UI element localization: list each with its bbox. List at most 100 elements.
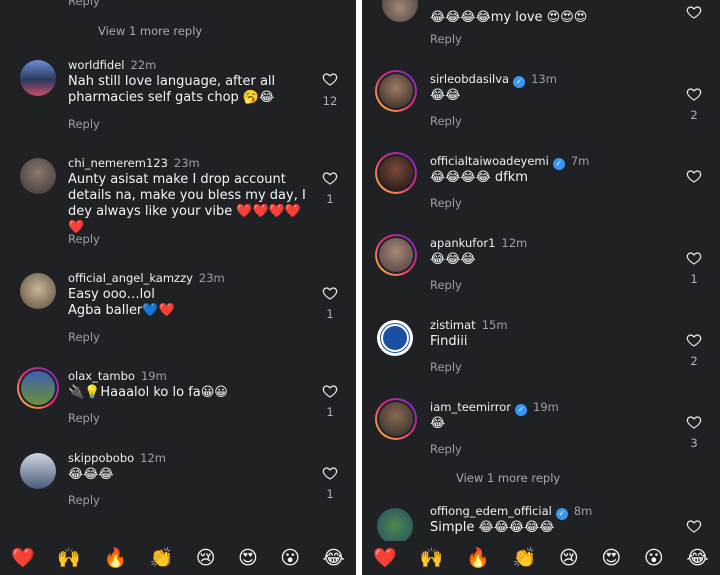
like-heart-icon[interactable] [322,285,338,301]
reply-button[interactable]: Reply [430,360,462,374]
reply-button[interactable]: Reply [68,330,100,344]
username[interactable]: chi_nemerem123 [68,156,168,170]
avatar[interactable] [20,453,56,489]
reply-button[interactable]: Reply [68,232,100,246]
like-heart-icon[interactable] [686,332,702,348]
timestamp: 19m [533,400,559,414]
reply-button[interactable]: Reply [430,442,462,456]
emoji-heart-eyes[interactable]: 😍 [601,547,621,569]
like-heart-icon[interactable] [322,465,338,481]
view-more-replies-link[interactable]: View 1 more reply [98,24,202,38]
emoji-raising-hands[interactable]: 🙌 [57,547,81,569]
like-heart-icon[interactable] [322,71,338,87]
reply-button[interactable]: Reply [430,114,462,128]
left-comments-panel: Reply View 1 more reply worldfidel 22m Na… [0,0,356,575]
emoji-surprised[interactable]: 😮 [644,547,664,569]
like-heart-icon[interactable] [686,250,702,266]
username[interactable]: officialtaiwoadeyemi [430,154,549,168]
reply-button[interactable]: Reply [430,32,462,46]
reply-button[interactable]: Reply [68,493,100,507]
comment-meta: offiong_edem_official ✓ 8m [430,504,592,520]
avatar[interactable] [377,320,413,356]
comment-text: 🔌💡Haaalol ko lo fa😀😀 [68,385,228,400]
username[interactable]: skippobobo [68,451,134,465]
reply-button[interactable]: Reply [430,196,462,210]
like-count: 2 [690,108,698,122]
verified-badge-icon: ✓ [515,404,528,416]
avatar[interactable] [382,0,418,22]
like-heart-icon[interactable] [686,4,702,20]
avatar[interactable] [20,158,56,194]
username[interactable]: offiong_edem_official [430,504,552,518]
emoji-heart-eyes[interactable]: 😍 [238,547,258,569]
comment-item: sirleobdasilva ✓ 13m 😂😂 Reply 2 [362,72,720,142]
emoji-laughing[interactable]: 😂 [323,547,345,569]
like-count: 3 [690,436,698,450]
emoji-crying[interactable]: 😢 [196,547,216,569]
comment-meta: iam_teemirror ✓ 19m [430,400,559,416]
like-count: 1 [326,405,334,419]
comment-meta: zistimat 15m [430,318,508,332]
view-more-replies-link[interactable]: View 1 more reply [456,471,560,485]
emoji-laughing[interactable]: 😂 [686,547,708,569]
clipped-reply-link[interactable]: Reply [68,0,356,8]
avatar-story-ring[interactable] [375,70,417,112]
avatar[interactable] [20,60,56,96]
timestamp: 12m [140,451,166,465]
like-count: 1 [690,272,698,286]
timestamp: 13m [531,72,557,86]
comment-item: 😂😂😂😂my love 😍😍😍 Reply [362,0,720,50]
comment-item: zistimat 15m Findiii Reply 2 [362,318,720,388]
comment-meta: sirleobdasilva ✓ 13m [430,72,557,88]
username[interactable]: olax_tambo [68,369,135,383]
avatar-story-ring[interactable] [375,152,417,194]
emoji-fire[interactable]: 🔥 [103,547,127,569]
username[interactable]: iam_teemirror [430,400,511,414]
emoji-reaction-bar: ❤️ 🙌 🔥 👏 😢 😍 😮 😂 [362,541,720,575]
comment-text: 😂😂😂😂 dfkm [430,170,528,185]
like-heart-icon[interactable] [686,518,702,534]
avatar-story-ring[interactable] [375,398,417,440]
avatar-story-ring[interactable] [375,234,417,276]
comment-text: Easy ooo…lol Agba baller💙❤️ [68,287,175,318]
comment-text: Aunty asisat make I drop account details… [68,172,306,235]
comment-item: apankufor1 12m 😂😂😂 Reply 1 [362,236,720,306]
emoji-clapping[interactable]: 👏 [512,547,536,569]
username[interactable]: official_angel_kamzzy [68,271,193,285]
comment-meta: worldfidel 22m [68,58,156,72]
like-count: 1 [326,307,334,321]
reply-button[interactable]: Reply [68,411,100,425]
reply-button[interactable]: Reply [68,117,100,131]
username[interactable]: worldfidel [68,58,124,72]
emoji-fire[interactable]: 🔥 [466,547,490,569]
avatar-story-ring[interactable] [17,367,59,409]
like-heart-icon[interactable] [686,414,702,430]
emoji-red-heart[interactable]: ❤️ [11,547,35,569]
like-heart-icon[interactable] [322,383,338,399]
username[interactable]: sirleobdasilva [430,72,509,86]
right-comments-panel: 😂😂😂😂my love 😍😍😍 Reply sirleobdasilva ✓ 13m… [362,0,720,575]
emoji-raising-hands[interactable]: 🙌 [420,547,444,569]
comment-text: Simple 😂😂😂😂😂 [430,520,555,535]
avatar[interactable] [377,508,413,544]
emoji-crying[interactable]: 😢 [559,547,579,569]
emoji-surprised[interactable]: 😮 [280,547,300,569]
comment-meta: olax_tambo 19m [68,369,167,383]
like-heart-icon[interactable] [686,86,702,102]
avatar[interactable] [20,273,56,309]
comment-item: chi_nemerem123 23m Aunty asisat make I dr… [0,156,356,256]
timestamp: 23m [198,271,225,285]
emoji-red-heart[interactable]: ❤️ [373,547,397,569]
like-heart-icon[interactable] [322,170,338,186]
timestamp: 19m [140,369,167,383]
verified-badge-icon: ✓ [513,76,526,88]
comment-text: 😂😂😂 [430,252,476,267]
username[interactable]: apankufor1 [430,236,495,250]
reply-button[interactable]: Reply [430,278,462,292]
emoji-clapping[interactable]: 👏 [150,547,174,569]
like-heart-icon[interactable] [686,168,702,184]
username[interactable]: zistimat [430,318,476,332]
timestamp: 8m [573,504,593,518]
like-count: 1 [326,192,334,206]
comment-text: 😂😂😂 [68,467,114,482]
